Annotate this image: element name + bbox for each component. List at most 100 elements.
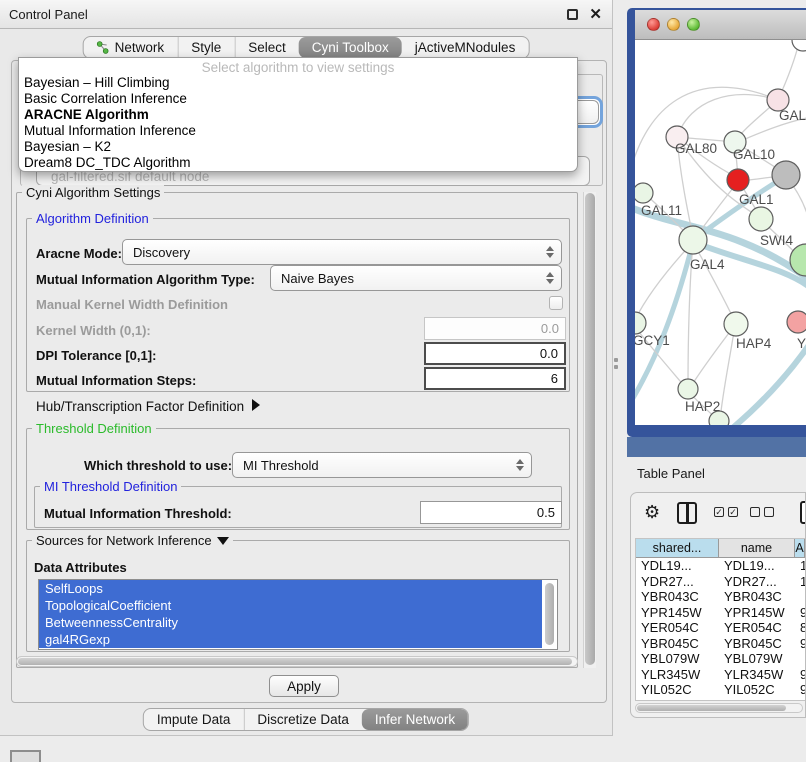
network-canvas[interactable]: GAL GAL80 GAL10 GAL1 GAL11 SWI4 GAL4 GCY… bbox=[635, 40, 806, 425]
cell: YLR345W bbox=[636, 667, 719, 683]
cell bbox=[795, 651, 805, 667]
threshold-definition-title: Threshold Definition bbox=[32, 421, 156, 436]
tab-select[interactable]: Select bbox=[234, 37, 299, 58]
cell: YDR27... bbox=[636, 574, 719, 590]
float-window-icon[interactable] bbox=[567, 9, 578, 20]
select-all-checkboxes-icon[interactable]: ✓✓ bbox=[714, 507, 738, 517]
tab-discretize-data[interactable]: Discretize Data bbox=[243, 709, 362, 730]
tab-discretize-label: Discretize Data bbox=[257, 712, 349, 727]
algorithm-definition-title: Algorithm Definition bbox=[32, 211, 153, 226]
cell: YPR145W bbox=[719, 605, 795, 621]
deselect-all-checkboxes-icon[interactable] bbox=[750, 507, 774, 517]
kernel-width-field[interactable]: 0.0 bbox=[424, 317, 566, 340]
tab-jactivemnodules[interactable]: jActiveMNodules bbox=[402, 37, 529, 58]
cell: YBR045C bbox=[719, 636, 795, 652]
gear-icon[interactable]: ⚙ bbox=[644, 502, 660, 523]
which-threshold-combobox[interactable]: MI Threshold bbox=[232, 452, 532, 478]
tab-cyni-toolbox[interactable]: Cyni Toolbox bbox=[299, 37, 402, 58]
sources-group-title[interactable]: Sources for Network Inference bbox=[32, 533, 233, 548]
scrollbar-thumb bbox=[585, 193, 595, 665]
tab-impute-data[interactable]: Impute Data bbox=[144, 709, 244, 730]
list-scrollbar[interactable] bbox=[545, 583, 554, 645]
mi-steps-field[interactable]: 6 bbox=[424, 367, 566, 390]
cell: YBR045C bbox=[636, 636, 719, 652]
mi-threshold-value: 0.5 bbox=[537, 505, 555, 520]
table-row[interactable]: YDR27...YDR27...12 bbox=[636, 574, 805, 590]
tab-network[interactable]: Network bbox=[84, 37, 178, 58]
kernel-width-value: 0.0 bbox=[541, 321, 559, 336]
cell: 12 bbox=[795, 574, 805, 590]
table-row[interactable]: YER054CYER054C8. bbox=[636, 620, 805, 636]
combo-arrows-icon bbox=[546, 246, 554, 258]
mi-steps-label: Mutual Information Steps: bbox=[36, 373, 196, 388]
table-row[interactable]: YPR145WYPR145W9. bbox=[636, 605, 805, 621]
mi-threshold-group-title: MI Threshold Definition bbox=[40, 479, 181, 494]
network-desktop-background bbox=[627, 437, 806, 457]
close-traffic-light-icon[interactable] bbox=[647, 18, 660, 31]
list-item[interactable]: TopologicalCoefficient bbox=[39, 597, 542, 614]
kernel-width-label: Kernel Width (0,1): bbox=[36, 323, 151, 338]
cyni-bottom-tabbar: Impute Data Discretize Data Infer Networ… bbox=[143, 708, 469, 731]
column-header-partial[interactable]: A bbox=[795, 539, 805, 557]
node-label-hap4: HAP4 bbox=[736, 336, 771, 351]
mi-threshold-field[interactable]: 0.5 bbox=[420, 501, 562, 524]
node-label-y-partial: Y bbox=[797, 336, 806, 351]
close-icon[interactable]: ✕ bbox=[589, 5, 602, 23]
scrollbar-thumb bbox=[18, 658, 572, 665]
apply-button[interactable]: Apply bbox=[269, 675, 339, 697]
table-row[interactable]: YDL19...YDL19...13 bbox=[636, 558, 805, 574]
table-header-row: shared... name A bbox=[636, 539, 805, 558]
table-row[interactable]: YBL079WYBL079W bbox=[636, 651, 805, 667]
table-row[interactable]: YIL052CYIL052C9 bbox=[636, 682, 805, 698]
manual-kernel-label: Manual Kernel Width Definition bbox=[36, 297, 228, 312]
cell: 13 bbox=[795, 558, 805, 574]
table-row[interactable]: YBR045CYBR045C9. bbox=[636, 636, 805, 652]
hub-definition-expander[interactable]: Hub/Transcription Factor Definition bbox=[36, 399, 260, 414]
data-attributes-label: Data Attributes bbox=[34, 560, 127, 575]
column-layout-icon[interactable] bbox=[677, 502, 697, 524]
dropdown-item[interactable]: Bayesian – K2 bbox=[19, 139, 577, 155]
panel-splitter-handle[interactable] bbox=[614, 358, 619, 376]
settings-vertical-scrollbar[interactable] bbox=[583, 192, 596, 668]
cell: YBR043C bbox=[636, 589, 719, 605]
table-rows: YDL19...YDL19...13 YDR27...YDR27...12 YB… bbox=[636, 558, 805, 699]
cell: YER054C bbox=[636, 620, 719, 636]
dpi-tolerance-field[interactable]: 0.0 bbox=[424, 342, 566, 365]
tab-infer-network[interactable]: Infer Network bbox=[362, 709, 468, 730]
node-label-gal80: GAL80 bbox=[675, 141, 717, 156]
cell: 9. bbox=[795, 667, 805, 683]
dropdown-item-selected[interactable]: ARACNE Algorithm bbox=[19, 107, 577, 123]
dropdown-item[interactable]: Basic Correlation Inference bbox=[19, 91, 577, 107]
cell: 9 bbox=[795, 682, 805, 698]
cell: 8. bbox=[795, 620, 805, 636]
dropdown-item[interactable]: Bayesian – Hill Climbing bbox=[19, 75, 577, 91]
table-row[interactable]: YBR043CYBR043C bbox=[636, 589, 805, 605]
network-view-window[interactable]: GAL GAL80 GAL10 GAL1 GAL11 SWI4 GAL4 GCY… bbox=[627, 8, 806, 437]
apply-label: Apply bbox=[287, 679, 321, 694]
minimize-traffic-light-icon[interactable] bbox=[667, 18, 680, 31]
zoom-traffic-light-icon[interactable] bbox=[687, 18, 700, 31]
node-label-gal4: GAL4 bbox=[690, 257, 725, 272]
table-row[interactable]: YLR345WYLR345W9. bbox=[636, 667, 805, 683]
dropdown-item[interactable]: Dream8 DC_TDC Algorithm bbox=[19, 155, 577, 171]
dropdown-item[interactable]: Mutual Information Inference bbox=[19, 123, 577, 139]
export-table-icon[interactable] bbox=[800, 501, 806, 524]
list-item[interactable]: BetweennessCentrality bbox=[39, 614, 542, 631]
settings-horizontal-scrollbar[interactable] bbox=[16, 656, 578, 667]
cell: YBL079W bbox=[636, 651, 719, 667]
aracne-mode-combobox[interactable]: Discovery bbox=[122, 239, 562, 265]
network-window-titlebar[interactable] bbox=[635, 10, 806, 40]
mi-type-combobox[interactable]: Naive Bayes bbox=[270, 265, 562, 291]
manual-kernel-checkbox[interactable] bbox=[549, 296, 563, 310]
node-table: shared... name A YDL19...YDL19...13 YDR2… bbox=[635, 538, 805, 701]
panel-title: Control Panel bbox=[9, 7, 88, 22]
cell: YLR345W bbox=[719, 667, 795, 683]
table-horizontal-scrollbar[interactable] bbox=[635, 703, 803, 713]
column-header-name[interactable]: name bbox=[719, 539, 795, 557]
column-header-shared-name[interactable]: shared... bbox=[636, 539, 719, 557]
mi-threshold-label: Mutual Information Threshold: bbox=[44, 506, 232, 521]
list-item[interactable]: SelfLoops bbox=[39, 580, 542, 597]
tab-style[interactable]: Style bbox=[177, 37, 234, 58]
list-item[interactable]: gal4RGexp bbox=[39, 631, 542, 648]
tab-cyni-toolbox-label: Cyni Toolbox bbox=[312, 40, 389, 55]
